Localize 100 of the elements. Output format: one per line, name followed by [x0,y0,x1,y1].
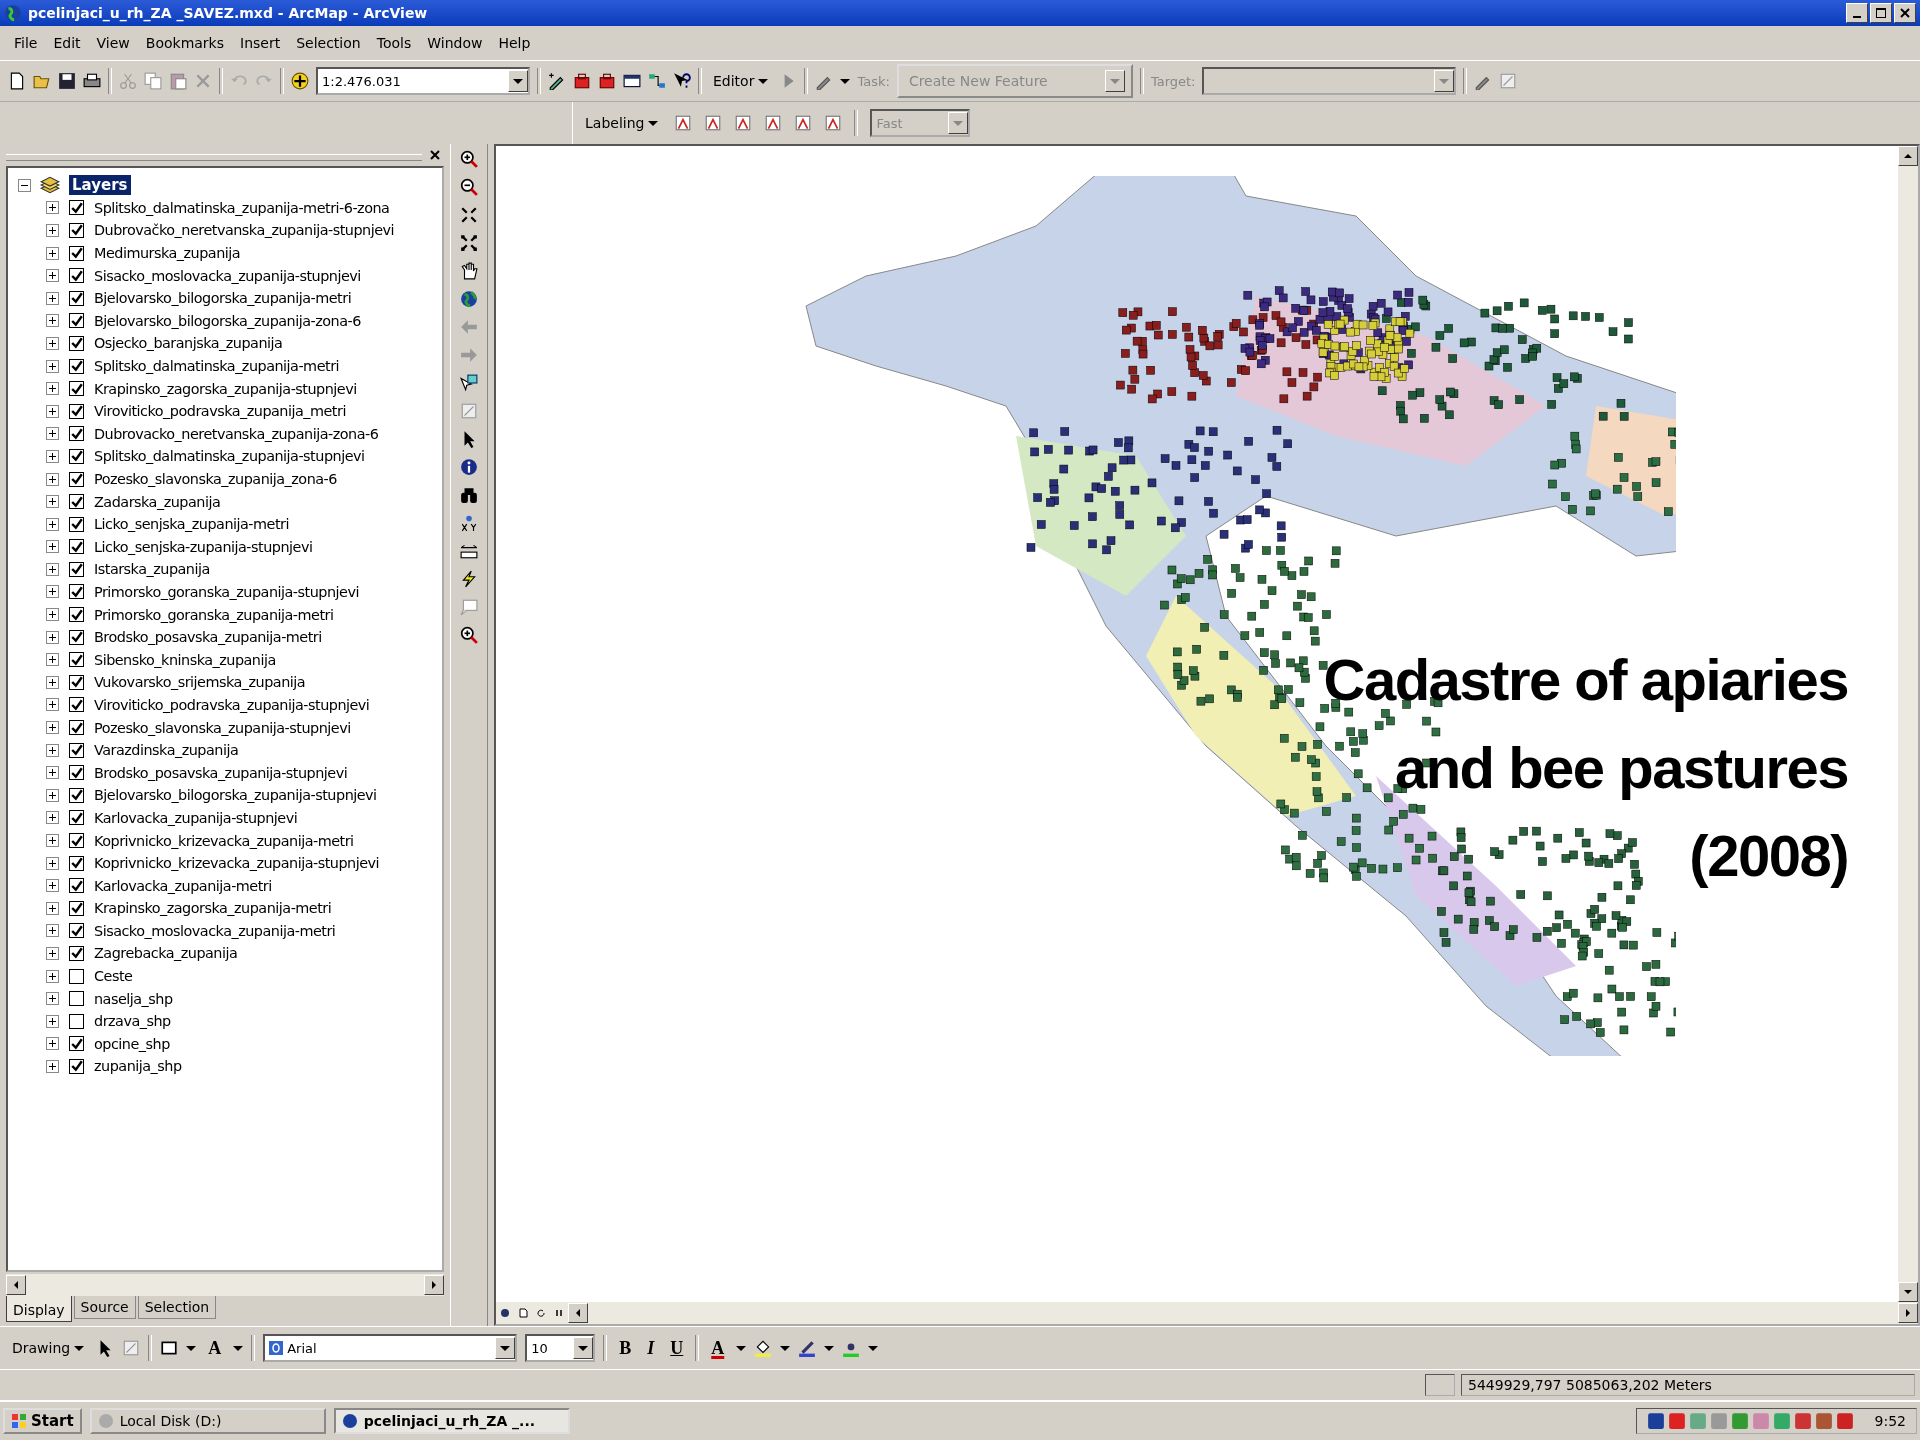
expand-icon[interactable] [46,721,59,735]
scale-combobox[interactable]: 1:2.476.031 [316,67,530,95]
fixed-zoom-in-icon[interactable] [460,206,478,224]
menu-item[interactable]: File [8,33,44,53]
expand-icon[interactable] [46,743,59,757]
dropdown-arrow-icon[interactable] [840,78,851,84]
layer-checkbox[interactable] [69,607,84,623]
layer-name[interactable]: Vukovarsko_srijemska_zupanija [94,674,306,691]
expand-icon[interactable] [46,675,59,689]
layer-checkbox[interactable] [69,268,84,284]
help-icon[interactable] [673,72,691,90]
layer-name[interactable]: naselja_shp [94,990,173,1007]
zoom-out-icon[interactable] [460,178,478,196]
select-elements-icon[interactable] [460,374,478,392]
tray-icon[interactable] [1646,1412,1665,1430]
expand-icon[interactable] [46,856,59,870]
layer-name[interactable]: Varazdinska_zupanija [94,742,239,759]
layer-name[interactable]: Medimurska_zupanija [94,245,241,262]
layer-checkbox[interactable] [69,855,84,871]
expand-icon[interactable] [46,359,59,373]
scroll-right-button[interactable] [1898,1303,1918,1323]
layer-checkbox[interactable] [69,245,84,261]
layer-name[interactable]: Bjelovarsko_bilogorska_zupanija-zona-6 [94,312,361,329]
layer-name[interactable]: Sisacko_moslovacka_zupanija-stupnjevi [94,267,361,284]
expand-icon[interactable] [46,811,59,825]
expand-icon[interactable] [46,449,59,463]
layer-name[interactable]: opcine_shp [94,1035,170,1052]
layer-name[interactable]: Bjelovarsko_bilogorska_zupanija-metri [94,290,352,307]
menu-item[interactable]: Selection [290,33,367,53]
fill-bucket-icon[interactable] [754,1339,773,1357]
copy-icon[interactable] [144,72,162,90]
layer-name[interactable]: Licko_senjska-zupanija-stupnjevi [94,538,313,555]
layer-checkbox[interactable] [69,720,84,736]
layer-checkbox[interactable] [69,878,84,894]
scroll-right-button[interactable] [424,1275,444,1295]
menu-item[interactable]: Help [492,33,537,53]
dropdown-arrow-icon[interactable] [824,1345,835,1351]
layer-name[interactable]: Sisacko_moslovacka_zupanija-metri [94,922,336,939]
panel-tab[interactable]: Selection [137,1296,217,1319]
font-size-combobox[interactable]: 10 [525,1334,596,1362]
layer-checkbox[interactable] [69,1013,84,1029]
expand-icon[interactable] [46,992,59,1006]
expand-icon[interactable] [46,314,59,328]
new-text-button[interactable]: A [204,1337,226,1359]
layer-checkbox[interactable] [69,448,84,464]
pan-icon[interactable] [460,262,478,280]
layer-checkbox[interactable] [69,223,84,238]
layer-checkbox[interactable] [69,968,84,984]
labeling-menu-button[interactable]: Labeling [581,113,663,133]
restore-button[interactable] [1870,3,1892,23]
layer-checkbox[interactable] [69,652,84,668]
expand-icon[interactable] [46,291,59,305]
layer-name[interactable]: Bjelovarsko_bilogorska_zupanija-stupnjevi [94,787,377,804]
xy-icon[interactable] [460,514,478,532]
dropdown-arrow-icon[interactable] [780,1345,791,1351]
layer-checkbox[interactable] [69,335,84,351]
layer-name[interactable]: Splitsko_dalmatinska_zupanija-stupnjevi [94,448,365,465]
scroll-up-button[interactable] [1898,146,1918,166]
layer-checkbox[interactable] [69,674,84,690]
expand-icon[interactable] [46,224,59,237]
lightning-icon[interactable] [460,570,478,588]
identify-icon[interactable] [460,458,478,476]
expand-icon[interactable] [46,947,59,960]
layer-checkbox[interactable] [69,900,84,916]
expand-icon[interactable] [46,1037,59,1051]
expand-icon[interactable] [46,495,59,509]
target-combobox[interactable] [1202,67,1457,95]
layer-name[interactable]: Viroviticko_podravska_zupanija-stupnjevi [94,696,370,713]
layer-name[interactable]: Sibensko_kninska_zupanija [94,651,276,668]
menu-item[interactable]: Tools [370,33,418,53]
measure-icon[interactable] [460,542,478,560]
layer-name[interactable]: Pozesko_slavonska_zupanija_zona-6 [94,471,337,487]
expand-icon[interactable] [46,540,59,554]
expand-icon[interactable] [46,766,59,780]
layer-checkbox[interactable] [69,765,84,781]
menu-item[interactable]: Window [421,33,489,53]
expand-icon[interactable] [46,653,59,667]
panel-tab[interactable]: Source [73,1296,136,1319]
layer-name[interactable]: Zagrebacka_zupanija [94,945,238,962]
expand-icon[interactable] [46,246,59,260]
expand-icon[interactable] [46,269,59,283]
layer-checkbox[interactable] [69,991,84,1007]
tray-icon[interactable] [1667,1412,1686,1430]
layer-name[interactable]: Zadarska_zupanija [94,493,221,510]
expand-icon[interactable] [46,924,59,938]
editor-menu-button[interactable]: Editor [709,71,773,91]
expand-icon[interactable] [46,404,59,418]
expand-icon[interactable] [46,1014,59,1028]
panel-grip[interactable] [6,153,422,161]
bold-button[interactable]: B [615,1337,636,1359]
layer-checkbox[interactable] [69,381,84,397]
layer-checkbox[interactable] [69,787,84,803]
expand-icon[interactable] [46,879,59,893]
expand-icon[interactable] [46,517,59,531]
line-color-icon[interactable] [798,1339,817,1357]
editor-icon[interactable] [548,72,566,90]
menu-item[interactable]: Insert [234,33,287,53]
expand-icon[interactable] [46,969,59,983]
layer-checkbox[interactable] [69,426,84,442]
find-icon[interactable] [460,486,478,504]
